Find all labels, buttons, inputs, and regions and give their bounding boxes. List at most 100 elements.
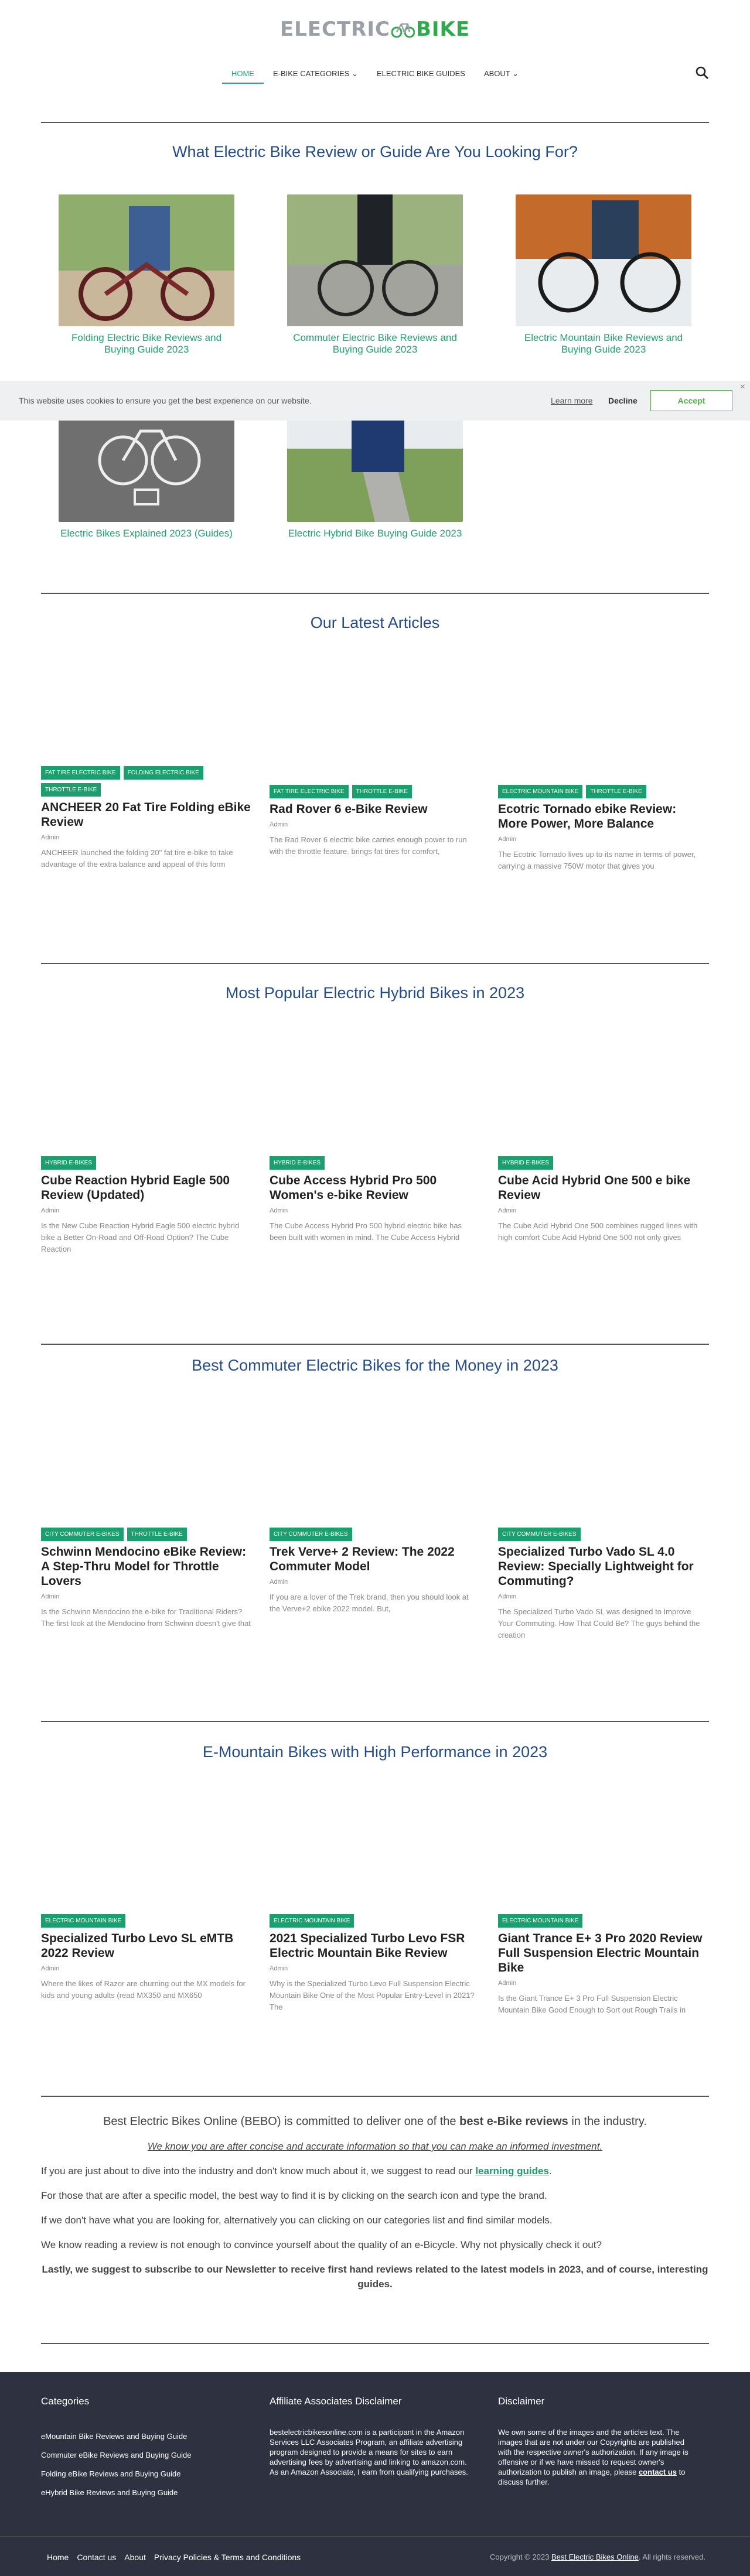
category-tag[interactable]: ELECTRIC MOUNTAIN BIKE — [498, 1914, 583, 1928]
article-card[interactable]: CITY COMMUTER E-BIKES Trek Verve+ 2 Revi… — [270, 1528, 479, 1627]
article-title[interactable]: Giant Trance E+ 3 Pro 2020 Review Full S… — [498, 1931, 708, 1975]
cookie-learn-more-link[interactable]: Learn more — [551, 396, 593, 405]
category-tag[interactable]: CITY COMMUTER E-BIKES — [41, 1528, 124, 1541]
article-card[interactable]: HYBRID E-BIKES Cube Access Hybrid Pro 50… — [270, 1156, 479, 1255]
article-author[interactable]: Admin — [41, 1965, 251, 1972]
guide-commuter[interactable]: Commuter Electric Bike Reviews and Buyin… — [287, 194, 463, 356]
footer-bottom-bar: Home Contact us About Privacy Policies &… — [0, 2536, 750, 2576]
footer-disclaimer-title: Disclaimer — [498, 2396, 545, 2407]
commuter-bikes-title: Best Commuter Electric Bikes for the Mon… — [192, 1357, 558, 1374]
category-tag[interactable]: CITY COMMUTER E-BIKES — [270, 1528, 352, 1541]
article-title[interactable]: Specialized Turbo Levo SL eMTB 2022 Revi… — [41, 1931, 251, 1960]
learning-guides-link[interactable]: learning guides — [475, 2165, 549, 2177]
article-author[interactable]: Admin — [270, 821, 479, 828]
footer-link-about[interactable]: About — [124, 2553, 146, 2562]
article-author[interactable]: Admin — [498, 1207, 708, 1214]
article-title[interactable]: Rad Rover 6 e-Bike Review — [270, 802, 479, 816]
article-author[interactable]: Admin — [270, 1207, 479, 1214]
nav-ebike-categories[interactable]: E-BIKE CATEGORIES ⌄ — [264, 64, 367, 84]
article-title[interactable]: Cube Acid Hybrid One 500 e bike Review — [498, 1173, 708, 1202]
guide-caption-mountain[interactable]: Electric Mountain Bike Reviews and Buyin… — [516, 332, 691, 356]
article-card[interactable]: FAT TIRE ELECTRIC BIKE THROTTLE E-BIKE R… — [270, 785, 479, 869]
article-author[interactable]: Admin — [498, 836, 708, 843]
category-tag[interactable]: ELECTRIC MOUNTAIN BIKE — [41, 1914, 126, 1928]
article-card[interactable]: ELECTRIC MOUNTAIN BIKE 2021 Specialized … — [270, 1914, 479, 2013]
article-author[interactable]: Admin — [41, 1593, 251, 1600]
category-tag[interactable]: THROTTLE E-BIKE — [41, 783, 101, 797]
category-tag[interactable]: ELECTRIC MOUNTAIN BIKE — [270, 1914, 354, 1928]
category-tag[interactable]: FAT TIRE ELECTRIC BIKE — [41, 766, 120, 780]
guide-image-mountain[interactable] — [516, 194, 691, 326]
site-logo[interactable]: ELECTRIC BIKE — [280, 18, 470, 41]
category-tag[interactable]: CITY COMMUTER E-BIKES — [498, 1528, 581, 1541]
footer-link-privacy[interactable]: Privacy Policies & Terms and Conditions — [154, 2553, 301, 2562]
guide-image-folding[interactable] — [59, 194, 234, 326]
tag-list: FAT TIRE ELECTRIC BIKE THROTTLE E-BIKE — [270, 785, 479, 798]
category-tag[interactable]: HYBRID E-BIKES — [270, 1156, 325, 1170]
footer-link-contact[interactable]: Contact us — [77, 2553, 116, 2562]
search-icon[interactable] — [695, 66, 709, 80]
category-tag[interactable]: FAT TIRE ELECTRIC BIKE — [270, 785, 349, 798]
article-author[interactable]: Admin — [270, 1965, 479, 1972]
tag-list: ELECTRIC MOUNTAIN BIKE — [41, 1914, 251, 1928]
footer-category-link[interactable]: eMountain Bike Reviews and Buying Guide — [41, 2427, 240, 2446]
article-card[interactable]: FAT TIRE ELECTRIC BIKE FOLDING ELECTRIC … — [41, 766, 251, 882]
footer-disclaimer-text: We own some of the images and the articl… — [498, 2428, 688, 2486]
footer-nav: Home Contact us About Privacy Policies &… — [47, 2553, 301, 2562]
article-card[interactable]: ELECTRIC MOUNTAIN BIKE Specialized Turbo… — [41, 1914, 251, 2013]
category-tag[interactable]: THROTTLE E-BIKE — [586, 785, 646, 798]
nav-electric-bike-guides[interactable]: ELECTRIC BIKE GUIDES — [367, 64, 475, 84]
article-card[interactable]: ELECTRIC MOUNTAIN BIKE THROTTLE E-BIKE E… — [498, 785, 708, 884]
footer-category-link[interactable]: eHybrid Bike Reviews and Buying Guide — [41, 2483, 240, 2502]
footer-affiliate-title: Affiliate Associates Disclaimer — [270, 2396, 402, 2407]
article-excerpt: ANCHEER launched the folding 20" fat tir… — [41, 848, 233, 869]
article-title[interactable]: 2021 Specialized Turbo Levo FSR Electric… — [270, 1931, 479, 1960]
category-tag[interactable]: HYBRID E-BIKES — [498, 1156, 554, 1170]
article-card[interactable]: CITY COMMUTER E-BIKES THROTTLE E-BIKE Sc… — [41, 1528, 251, 1641]
category-tag[interactable]: HYBRID E-BIKES — [41, 1156, 97, 1170]
article-title[interactable]: Cube Reaction Hybrid Eagle 500 Review (U… — [41, 1173, 251, 1202]
copyright-site-link[interactable]: Best Electric Bikes Online — [551, 2553, 639, 2561]
category-tag[interactable]: ELECTRIC MOUNTAIN BIKE — [498, 785, 583, 798]
category-tag[interactable]: THROTTLE E-BIKE — [127, 1528, 187, 1541]
category-tag[interactable]: THROTTLE E-BIKE — [352, 785, 412, 798]
article-author[interactable]: Admin — [498, 1980, 708, 1987]
close-icon[interactable]: × — [740, 382, 745, 392]
guide-caption-commuter[interactable]: Commuter Electric Bike Reviews and Buyin… — [287, 332, 463, 356]
article-card[interactable]: HYBRID E-BIKES Cube Acid Hybrid One 500 … — [498, 1156, 708, 1255]
cookie-decline-button[interactable]: Decline — [608, 396, 638, 405]
article-author[interactable]: Admin — [41, 834, 251, 841]
article-author[interactable]: Admin — [41, 1207, 251, 1214]
nav-home[interactable]: HOME — [221, 64, 264, 84]
hybrid-bikes-title: Most Popular Electric Hybrid Bikes in 20… — [225, 984, 525, 1002]
article-author[interactable]: Admin — [498, 1593, 708, 1600]
guide-mountain[interactable]: Electric Mountain Bike Reviews and Buyin… — [516, 194, 691, 356]
article-card[interactable]: HYBRID E-BIKES Cube Reaction Hybrid Eagl… — [41, 1156, 251, 1255]
category-tag[interactable]: FOLDING ELECTRIC BIKE — [123, 766, 203, 780]
footer-category-link[interactable]: Commuter eBike Reviews and Buying Guide — [41, 2446, 240, 2465]
guide-image-commuter[interactable] — [287, 194, 463, 326]
guide-caption-hybrid[interactable]: Electric Hybrid Bike Buying Guide 2023 — [287, 528, 463, 539]
guide-folding[interactable]: Folding Electric Bike Reviews and Buying… — [59, 194, 234, 356]
article-card[interactable]: ELECTRIC MOUNTAIN BIKE Giant Trance E+ 3… — [498, 1914, 708, 2028]
article-title[interactable]: ANCHEER 20 Fat Tire Folding eBike Review — [41, 800, 251, 829]
guides-title: What Electric Bike Review or Guide Are Y… — [172, 143, 578, 160]
article-title[interactable]: Cube Access Hybrid Pro 500 Women's e-bik… — [270, 1173, 479, 1202]
footer-category-link[interactable]: Folding eBike Reviews and Buying Guide — [41, 2465, 240, 2483]
article-title[interactable]: Ecotric Tornado ebike Review: More Power… — [498, 802, 708, 831]
footer-link-home[interactable]: Home — [47, 2553, 69, 2562]
article-excerpt: The Rad Rover 6 electric bike carries en… — [270, 835, 467, 856]
article-card[interactable]: CITY COMMUTER E-BIKES Specialized Turbo … — [498, 1528, 708, 1641]
article-title[interactable]: Specialized Turbo Vado SL 4.0 Review: Sp… — [498, 1545, 708, 1588]
article-author[interactable]: Admin — [270, 1579, 479, 1586]
divider — [41, 1344, 709, 1345]
guide-caption-explained[interactable]: Electric Bikes Explained 2023 (Guides) — [59, 528, 234, 539]
article-title[interactable]: Trek Verve+ 2 Review: The 2022 Commuter … — [270, 1545, 479, 1574]
article-title[interactable]: Schwinn Mendocino eBike Review: A Step-T… — [41, 1545, 251, 1588]
guide-caption-folding[interactable]: Folding Electric Bike Reviews and Buying… — [59, 332, 234, 356]
cookie-banner: This website uses cookies to ensure you … — [0, 381, 750, 421]
nav-about[interactable]: ABOUT ⌄ — [475, 64, 528, 84]
cookie-accept-button[interactable]: Accept — [650, 390, 732, 411]
footer-affiliate-text: bestelectricbikesonline.com is a partici… — [270, 2428, 468, 2476]
contact-us-link[interactable]: contact us — [639, 2468, 677, 2476]
